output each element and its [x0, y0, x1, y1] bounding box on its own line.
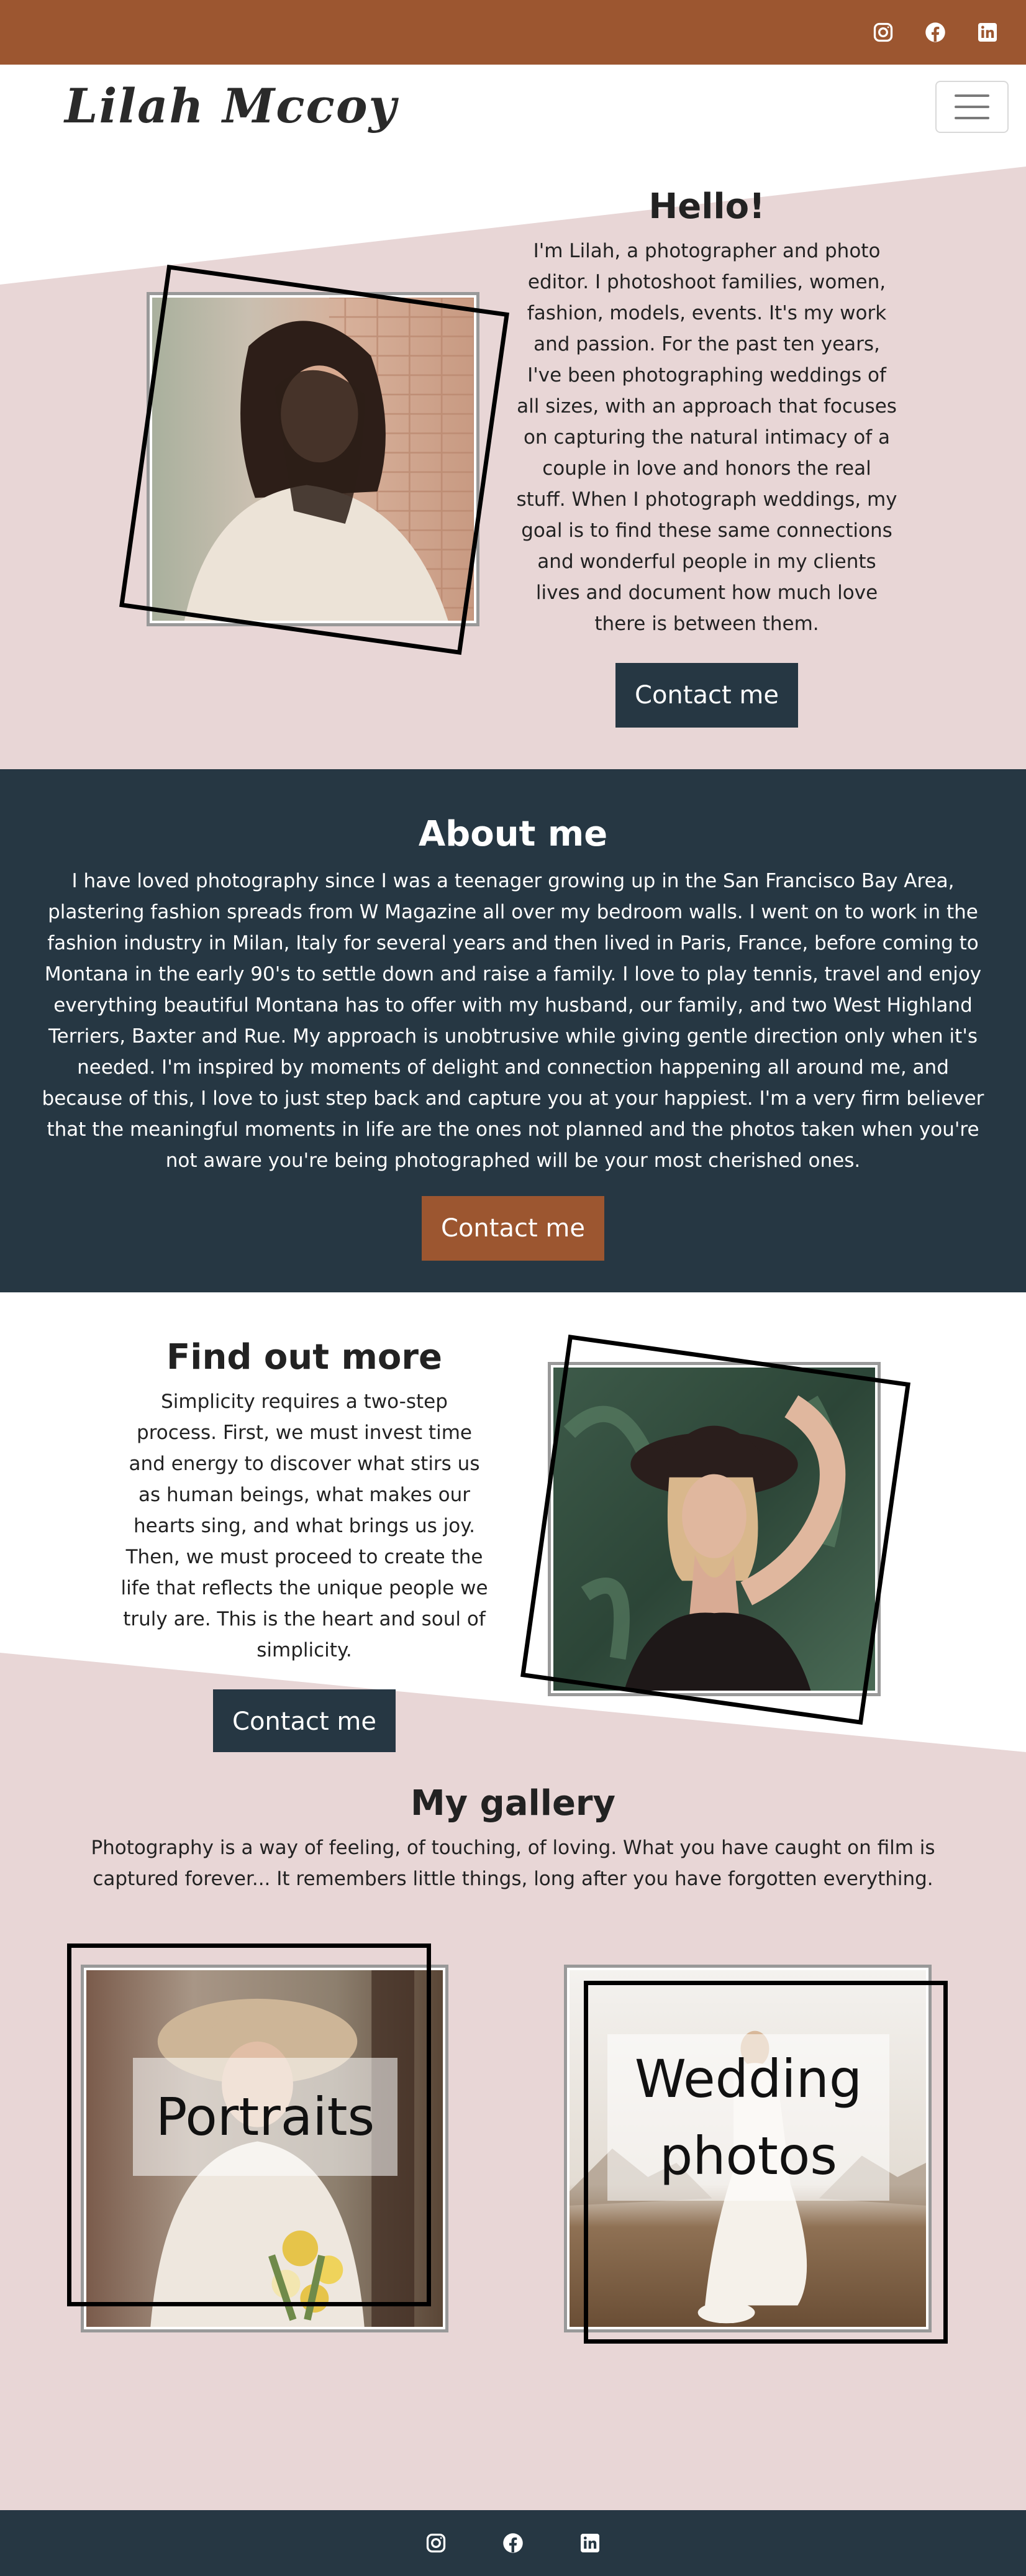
about-title: About me — [418, 814, 608, 854]
hello-content: Hello! I'm Lilah, a photographer and pho… — [515, 186, 898, 728]
find-out-more-title: Find out more — [166, 1337, 442, 1377]
instagram-icon — [873, 22, 893, 42]
facebook-icon — [925, 22, 945, 42]
footer-linkedin-link[interactable] — [576, 2529, 604, 2557]
brand-logo[interactable]: Lilah Mccoy — [65, 78, 397, 134]
facebook-icon — [503, 2533, 523, 2553]
about-text: I have loved photography since I was a t… — [42, 870, 984, 1172]
facebook-link[interactable] — [922, 19, 949, 46]
instagram-link[interactable] — [869, 19, 897, 46]
find-out-more-content: Find out more Simplicity requires a two-… — [118, 1337, 491, 1754]
instagram-icon — [426, 2533, 446, 2553]
footer-instagram-link[interactable] — [422, 2529, 450, 2557]
top-social-bar — [0, 0, 1026, 65]
gallery-section: My gallery Photography is a way of feeli… — [0, 1752, 1026, 2510]
wedding-photos-label[interactable]: Wedding photos — [607, 2034, 889, 2201]
hello-title: Hello! — [648, 186, 765, 227]
tilted-photo-border — [520, 1335, 910, 1725]
about-contact-button[interactable]: Contact me — [422, 1196, 604, 1261]
hello-text: I'm Lilah, a photographer and photo edit… — [516, 240, 897, 635]
tilted-photo-border — [119, 265, 509, 655]
linkedin-icon — [978, 23, 997, 42]
linkedin-link[interactable] — [974, 19, 1001, 46]
navbar: Lilah Mccoy — [0, 65, 1026, 142]
find-out-more-section: Find out more Simplicity requires a two-… — [0, 1292, 1026, 1754]
footer — [0, 2510, 1026, 2576]
gallery-text: Photography is a way of feeling, of touc… — [91, 1837, 935, 1890]
linkedin-icon — [581, 2534, 599, 2552]
hello-contact-button[interactable]: Contact me — [615, 663, 798, 728]
hamburger-menu-button[interactable] — [935, 81, 1009, 133]
footer-facebook-link[interactable] — [499, 2529, 527, 2557]
find-out-more-contact-button[interactable]: Contact me — [213, 1689, 396, 1754]
hello-section: Hello! I'm Lilah, a photographer and pho… — [0, 142, 1026, 769]
about-section: About me I have loved photography since … — [0, 769, 1026, 1292]
hamburger-menu-icon — [955, 94, 989, 97]
gallery-title: My gallery — [410, 1783, 616, 1824]
portraits-label[interactable]: Portraits — [133, 2058, 397, 2176]
find-out-more-text: Simplicity requires a two-step process. … — [120, 1391, 488, 1661]
gallery-header: My gallery Photography is a way of feeli… — [0, 1752, 1026, 1894]
